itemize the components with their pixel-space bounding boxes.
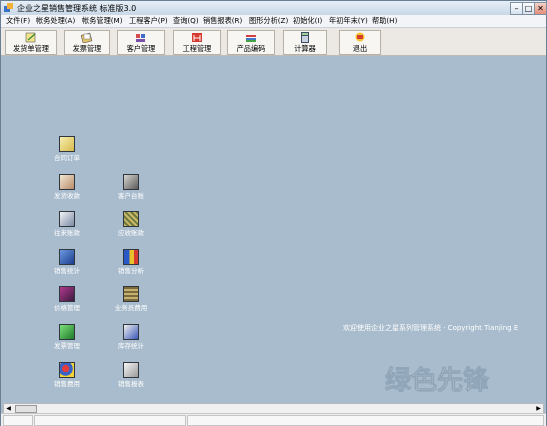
desk-label: 销售统计 [54,267,80,275]
tool-label: 产品编码 [236,44,266,53]
scroll-left-icon[interactable]: ◀ [4,404,13,413]
price-icon [59,286,75,302]
desk-label: 应收账款 [118,229,144,237]
desk-item-salesman[interactable]: 业务员费用 [111,286,151,312]
status-bar [1,413,546,426]
delivery-icon [59,174,75,190]
report-icon [123,362,139,378]
desk-label: 客户台账 [118,192,144,200]
project-mgmt-button[interactable]: 工程管理 [173,30,221,55]
scroll-thumb[interactable] [15,405,37,413]
exit-button[interactable]: 退出 [339,30,381,55]
watermark-text: 绿色先锋 [385,365,490,396]
books-icon [246,35,256,42]
receivable-icon [123,211,139,227]
tool-label: 发票管理 [72,44,102,53]
desk-item-analysis[interactable]: 销售分析 [111,249,151,275]
app-window: 企业之星销售管理系统 标准版3.0 – □ ✕ 文件(F) 帐务处理(A) 帐务… [0,0,547,426]
desk-item-cost[interactable]: 销售费用 [47,362,87,388]
watermark-logo: 绿色先锋 [385,365,491,397]
contract-icon [59,136,75,152]
desk-label: 发货收款 [54,192,80,200]
desk-item-delivery[interactable]: 发货收款 [47,174,87,200]
tool-label: 计算器 [294,44,316,53]
menu-accounting[interactable]: 帐务处理(A) [36,16,75,26]
customer-mgmt-button[interactable]: 客户管理 [117,30,165,55]
invoice-mgmt-button[interactable]: 发票管理 [64,30,110,55]
analysis-icon [123,249,139,265]
desk-label: 合同订单 [54,154,80,162]
menu-projects[interactable]: 工程客户(P) [129,16,168,26]
window-title: 企业之星销售管理系统 标准版3.0 [17,4,137,13]
menu-bar: 文件(F) 帐务处理(A) 帐务管理(M) 工程客户(P) 查询(Q) 销售报表… [1,15,546,28]
pencil-icon [25,32,36,43]
desk-item-invoice[interactable]: 发票管理 [47,324,87,350]
status-cell [187,415,544,426]
menu-file[interactable]: 文件(F) [6,16,30,26]
delivery-note-button[interactable]: 发货单管理 [5,30,57,55]
desk-item-contract[interactable]: 合同订单 [47,136,87,162]
cost-icon [59,362,75,378]
statistics-icon [59,249,75,265]
desk-item-statistics[interactable]: 销售统计 [47,249,87,275]
desk-label: 销售报表 [118,380,144,388]
app-logo-icon [4,3,13,12]
desk-label: 价格管理 [54,304,80,312]
desk-item-ledger[interactable]: 客户台账 [111,174,151,200]
invoice-doc-icon [59,324,75,340]
menu-query[interactable]: 查询(Q) [173,16,199,26]
menu-sales-reports[interactable]: 销售报表(R) [203,16,242,26]
calculator-icon [301,32,309,43]
desk-label: 业务员费用 [114,304,148,312]
title-bar[interactable]: 企业之星销售管理系统 标准版3.0 – □ ✕ [1,1,547,16]
desk-item-price[interactable]: 价格管理 [47,286,87,312]
invoice-icon [81,32,93,43]
desk-label: 销售分析 [118,267,144,275]
menu-init[interactable]: 初始化(I) [293,16,322,26]
salesman-icon [123,286,139,302]
desk-item-inventory[interactable]: 库存统计 [111,324,151,350]
status-cell [3,415,33,426]
desk-label: 发票管理 [54,342,80,350]
scrolling-welcome-text: 欢迎使用企业之星系列管理系统 · Copyright Tianjing E [343,324,519,332]
menu-charts[interactable]: 图形分析(Z) [249,16,288,26]
calculator-button[interactable]: 计算器 [283,30,327,55]
tool-label: 发货单管理 [13,44,49,53]
engineering-icon [192,33,202,42]
menu-accounts-mgmt[interactable]: 帐务管理(M) [82,16,123,26]
people-icon [136,34,145,42]
tool-label: 退出 [352,44,368,53]
product-code-button[interactable]: 产品编码 [227,30,275,55]
desk-item-accounts[interactable]: 往来账款 [47,211,87,237]
desk-item-report[interactable]: 销售报表 [111,362,151,388]
accounts-icon [59,211,75,227]
exit-icon [355,32,365,42]
close-button[interactable]: ✕ [534,2,547,15]
ledger-icon [123,174,139,190]
toolbar: 发货单管理 发票管理 客户管理 工程管理 产品编码 计算器 退出 [1,28,546,56]
status-cell [34,415,186,426]
menu-help[interactable]: 帮助(H) [372,16,397,26]
scroll-right-icon[interactable]: ▶ [534,404,543,413]
menu-year-end[interactable]: 年初年末(Y) [329,16,368,26]
desk-label: 往来账款 [54,229,80,237]
desk-label: 销售费用 [54,380,80,388]
tool-label: 工程管理 [182,44,212,53]
desktop-area: 合同订单 发货收款 客户台账 往来账款 应收账款 销售统计 销售分析 价格管理 [1,56,546,402]
inventory-icon [123,324,139,340]
desk-label: 库存统计 [118,342,144,350]
desk-item-receivable[interactable]: 应收账款 [111,211,151,237]
tool-label: 客户管理 [126,44,156,53]
